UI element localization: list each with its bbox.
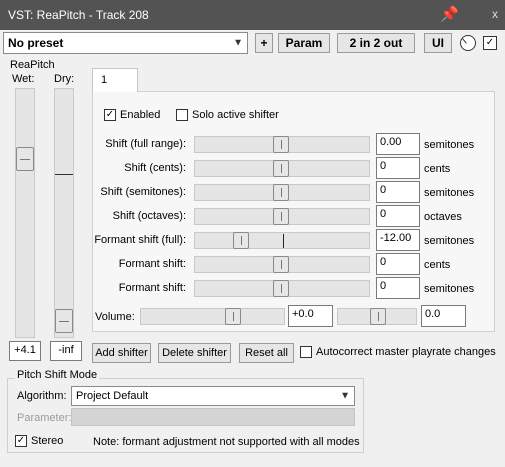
- algorithm-dropdown[interactable]: Project Default ▼: [71, 386, 355, 406]
- parameter-value-field[interactable]: 0: [376, 253, 420, 275]
- preset-value: No preset: [8, 36, 64, 50]
- parameter-slider-thumb[interactable]: [273, 160, 289, 177]
- stereo-checkbox[interactable]: ✓: [15, 435, 27, 447]
- volume-value-field[interactable]: +0.0: [288, 305, 333, 327]
- enabled-label: Enabled: [120, 109, 161, 121]
- volume-slider-thumb[interactable]: [225, 308, 241, 325]
- add-shifter-button[interactable]: Add shifter: [92, 343, 151, 363]
- parameter-unit: semitones: [424, 235, 475, 247]
- solo-label: Solo active shifter: [192, 109, 279, 121]
- parameter-label: Shift (semitones):: [100, 186, 186, 198]
- solo-checkbox[interactable]: [176, 109, 188, 121]
- parameter-unit: semitones: [424, 139, 475, 151]
- parameter-slider[interactable]: [194, 208, 370, 225]
- enabled-checkbox[interactable]: ✓: [104, 109, 116, 121]
- parameter-slider[interactable]: [194, 256, 370, 273]
- stereo-label: Stereo: [31, 435, 64, 447]
- center-marker: [283, 234, 284, 248]
- parameter-unit: semitones: [424, 283, 475, 295]
- delete-shifter-button[interactable]: Delete shifter: [158, 343, 231, 363]
- parameter-label: Formant shift:: [118, 258, 186, 270]
- parameter-label: Shift (full range):: [105, 138, 186, 150]
- volume-label: Volume:: [95, 311, 135, 323]
- parameter-row: Shift (octaves): 0 octaves: [46, 205, 505, 227]
- parameter-row: Formant shift: 0 semitones: [46, 277, 505, 299]
- pitch-mode-group-label: Pitch Shift Mode: [15, 369, 100, 381]
- formant-note: Note: formant adjustment not supported w…: [93, 436, 360, 448]
- parameter-dropdown-disabled: [71, 408, 355, 426]
- autocorrect-checkbox[interactable]: [300, 346, 312, 358]
- pan-value-field[interactable]: 0.0: [421, 305, 466, 327]
- parameter-unit: octaves: [424, 211, 462, 223]
- parameter-label: Formant shift:: [118, 282, 186, 294]
- parameter-label: Parameter:: [17, 412, 72, 424]
- volume-slider[interactable]: [140, 308, 285, 325]
- parameter-rows: Shift (full range): 0.00 semitones Shift (c…: [46, 133, 505, 301]
- tab-shifter-1[interactable]: 1: [92, 68, 138, 92]
- chevron-down-icon: ▼: [340, 390, 350, 402]
- algorithm-label: Algorithm:: [17, 390, 67, 402]
- parameter-row: Formant shift: 0 cents: [46, 253, 505, 275]
- close-icon[interactable]: x: [492, 7, 498, 21]
- pan-slider-thumb[interactable]: [370, 308, 386, 325]
- parameter-slider-thumb[interactable]: [273, 136, 289, 153]
- checkmark-icon: ✓: [105, 109, 115, 120]
- parameter-value-field[interactable]: 0: [376, 205, 420, 227]
- wet-slider-thumb[interactable]: [16, 147, 34, 171]
- parameter-slider-thumb[interactable]: [273, 280, 289, 297]
- parameter-slider-thumb[interactable]: [273, 208, 289, 225]
- parameter-slider[interactable]: [194, 280, 370, 297]
- knob-indicator: [462, 38, 467, 44]
- parameter-label: Formant shift (full):: [94, 234, 186, 246]
- plugin-name-label: ReaPitch: [10, 59, 55, 71]
- autocorrect-label: Autocorrect master playrate changes: [316, 346, 496, 358]
- parameter-unit: cents: [424, 259, 451, 271]
- tab-label: 1: [101, 74, 108, 86]
- reset-all-button[interactable]: Reset all: [239, 343, 294, 363]
- wet-value-field[interactable]: +4.1: [9, 341, 41, 361]
- window-title: VST: ReaPitch - Track 208: [8, 8, 149, 22]
- pin-icon[interactable]: 📌: [440, 5, 459, 23]
- wet-slider[interactable]: [15, 88, 35, 338]
- parameter-slider[interactable]: [194, 160, 370, 177]
- parameter-row: Shift (full range): 0.00 semitones: [46, 133, 505, 155]
- parameter-row: Shift (cents): 0 cents: [46, 157, 505, 179]
- parameter-slider[interactable]: [194, 232, 370, 249]
- wet-label: Wet:: [12, 73, 35, 85]
- pan-slider[interactable]: [337, 308, 417, 325]
- parameter-slider-thumb[interactable]: [273, 184, 289, 201]
- parameter-slider-thumb[interactable]: [233, 232, 249, 249]
- dry-label: Dry:: [54, 73, 75, 85]
- checkmark-icon: ✓: [16, 435, 26, 446]
- param-button[interactable]: Param: [278, 33, 330, 53]
- parameter-value-field[interactable]: 0: [376, 181, 420, 203]
- parameter-row: Formant shift (full): -12.00 semitones: [46, 229, 505, 251]
- parameter-value-field[interactable]: 0.00: [376, 133, 420, 155]
- parameter-unit: cents: [424, 163, 451, 175]
- parameter-value-field[interactable]: 0: [376, 157, 420, 179]
- parameter-row: Shift (semitones): 0 semitones: [46, 181, 505, 203]
- parameter-value-field[interactable]: 0: [376, 277, 420, 299]
- parameter-value-field[interactable]: -12.00: [376, 229, 420, 251]
- io-routing-button[interactable]: 2 in 2 out: [337, 33, 415, 53]
- add-preset-button[interactable]: +: [255, 33, 273, 53]
- parameter-slider[interactable]: [194, 184, 370, 201]
- wet-knob-icon[interactable]: [460, 35, 476, 51]
- parameter-label: Shift (cents):: [124, 162, 186, 174]
- chevron-down-icon: ▼: [233, 37, 243, 49]
- dry-slider-thumb[interactable]: [55, 309, 73, 333]
- algorithm-value: Project Default: [76, 390, 149, 402]
- parameter-label: Shift (octaves):: [112, 210, 186, 222]
- dry-value-field[interactable]: -inf: [50, 341, 82, 361]
- bypass-checkbox[interactable]: ✓: [483, 36, 497, 50]
- parameter-slider[interactable]: [194, 136, 370, 153]
- parameter-unit: semitones: [424, 187, 475, 199]
- preset-dropdown[interactable]: No preset ▼: [3, 32, 248, 54]
- checkmark-icon: ✓: [485, 37, 495, 48]
- parameter-slider-thumb[interactable]: [273, 256, 289, 273]
- title-bar: VST: ReaPitch - Track 208 📌 x: [0, 0, 505, 30]
- ui-button[interactable]: UI: [424, 33, 452, 53]
